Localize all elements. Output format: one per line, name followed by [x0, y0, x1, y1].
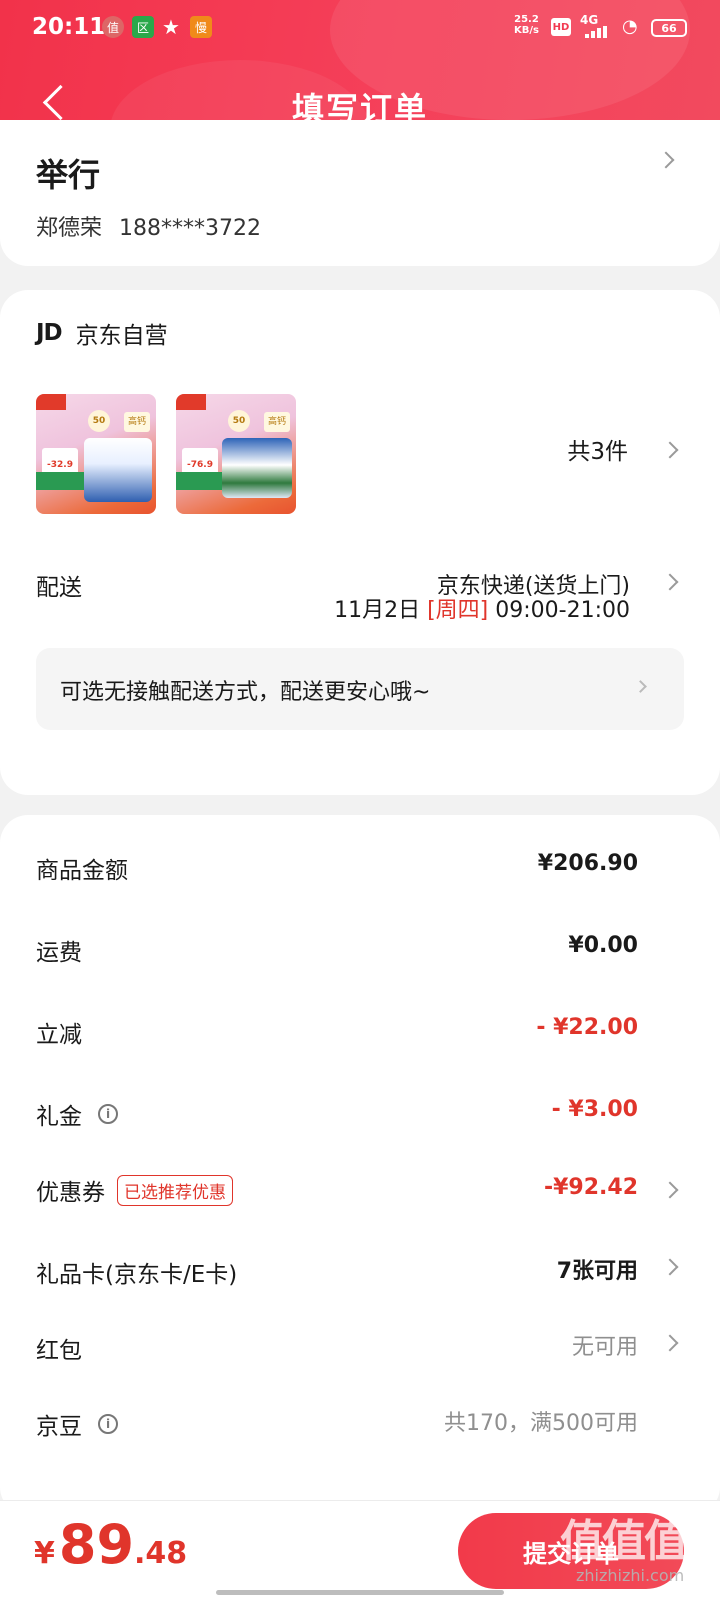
info-icon[interactable]: i [98, 1104, 118, 1124]
zhi-app-icon: 值 [102, 16, 124, 38]
chevron-right-icon [661, 1258, 679, 1276]
hd-icon: HD [551, 18, 571, 36]
battery-icon: 66 [651, 19, 687, 37]
chevron-right-icon [661, 441, 679, 459]
contact-phone: 188****3722 [119, 216, 261, 241]
contactless-delivery-tip[interactable]: 可选无接触配送方式，配送更安心哦~ [36, 648, 684, 730]
status-time: 20:11 [32, 14, 106, 40]
gift-money-value: - ¥3.00 [551, 1097, 638, 1122]
star-icon: ★ [162, 15, 180, 39]
red-packet-label[interactable]: 红包 [36, 1331, 82, 1365]
price-summary-card: 商品金额 ¥206.90 运费 ¥0.00 立减 - ¥22.00 礼金 i -… [0, 815, 720, 1515]
product-thumbnail[interactable]: 50 高钙 -32.9 [36, 394, 156, 514]
address-card[interactable]: 举行 郑德荣 188****3722 [0, 120, 720, 266]
shop-name: 京东自营 [75, 323, 168, 349]
chevron-right-icon [661, 1181, 679, 1199]
shop-card: JD 京东自营 50 高钙 -32.9 50 高钙 -76.9 共3件 配送 京… [0, 290, 720, 795]
home-indicator[interactable] [216, 1590, 504, 1595]
chevron-right-icon [634, 680, 647, 693]
goods-amount-label: 商品金额 [36, 858, 128, 884]
milk-can-image [222, 438, 292, 498]
gift-card-value[interactable]: 7张可用 [557, 1253, 638, 1285]
delivery-label: 配送 [36, 575, 82, 601]
freight-label: 运费 [36, 940, 82, 966]
coupon-label: 优惠券 [36, 1180, 105, 1206]
watermark: 值值值 [560, 1516, 688, 1567]
instant-discount-value: - ¥22.00 [536, 1015, 638, 1040]
red-packet-value[interactable]: 无可用 [572, 1329, 638, 1361]
gift-money-row: 礼金 i [36, 1097, 118, 1131]
jingdou-label: 京豆 [36, 1414, 82, 1440]
info-icon[interactable]: i [98, 1414, 118, 1434]
chevron-right-icon [661, 1334, 679, 1352]
jingdou-value: 共170，满500可用 [444, 1411, 638, 1436]
chevron-right-icon [661, 573, 679, 591]
milk-bag-image [84, 438, 152, 502]
shop-header: JD 京东自营 [36, 316, 168, 350]
item-count[interactable]: 共3件 [567, 432, 628, 466]
jd-logo: JD [36, 320, 63, 346]
coupon-row[interactable]: 优惠券 已选推荐优惠 [36, 1173, 233, 1207]
status-bar: 20:11 值 区 ★ 慢 25.2 KB/s HD 4G ◔ 66 [0, 0, 720, 58]
coupon-recommend-badge: 已选推荐优惠 [117, 1174, 233, 1206]
goods-amount-value: ¥206.90 [537, 851, 638, 876]
freight-value: ¥0.00 [568, 933, 638, 958]
product-thumbnail[interactable]: 50 高钙 -76.9 [176, 394, 296, 514]
contact-info: 郑德荣 188****3722 [36, 210, 261, 242]
chevron-right-icon [657, 151, 675, 169]
gift-card-label[interactable]: 礼品卡(京东卡/E卡) [36, 1255, 237, 1289]
instant-discount-label: 立减 [36, 1022, 82, 1048]
qu-app-icon: 区 [132, 16, 154, 38]
address-text: 举行 [36, 156, 101, 194]
gift-money-label: 礼金 [36, 1104, 82, 1130]
signal-icon [585, 26, 611, 38]
wifi-icon: ◔ [622, 16, 638, 37]
delivery-time[interactable]: 11月2日 [周四] 09:00-21:00 [334, 592, 630, 624]
total-price: ¥ 89 .48 [34, 1513, 188, 1576]
network-type: 4G [580, 13, 599, 27]
watermark-url: zhizhizhi.com [576, 1566, 685, 1585]
coupon-value[interactable]: -¥92.42 [544, 1175, 638, 1200]
man-app-icon: 慢 [190, 16, 212, 38]
net-speed: 25.2 KB/s [514, 14, 539, 36]
jingdou-row: 京豆 i [36, 1407, 118, 1441]
contact-name: 郑德荣 [36, 216, 103, 241]
